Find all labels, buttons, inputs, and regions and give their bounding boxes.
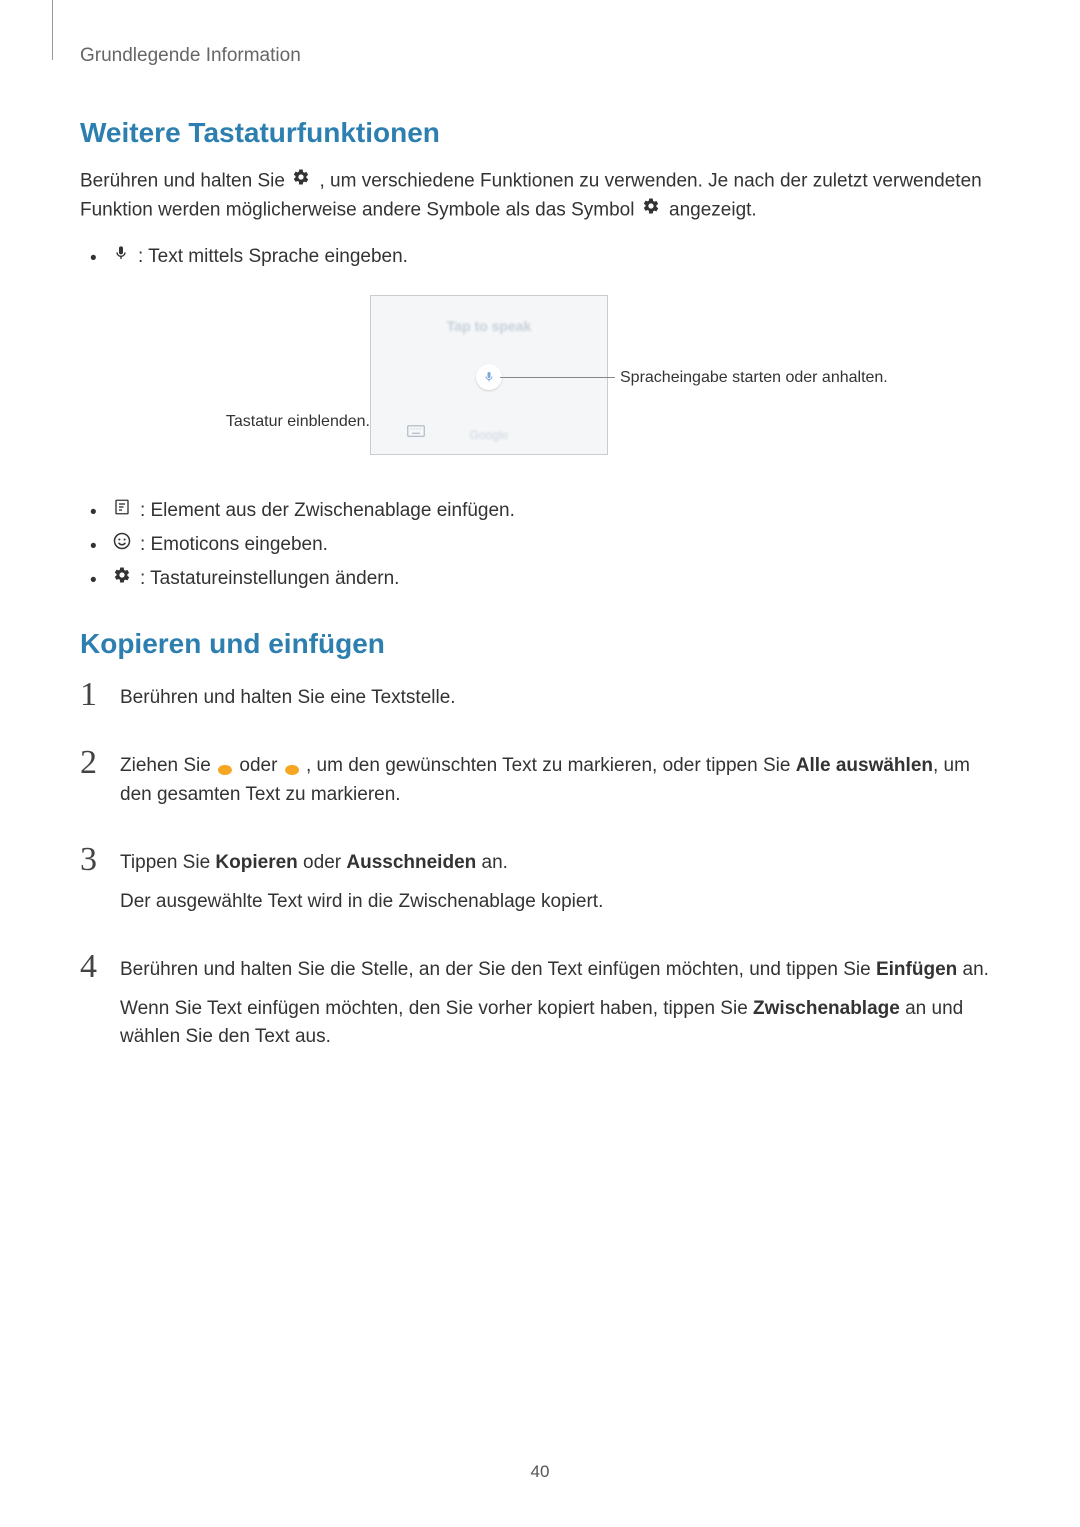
tap-to-speak-label: Tap to speak [447, 318, 532, 334]
google-label: Google [470, 428, 509, 442]
keyboard-icon [407, 424, 425, 442]
bullet-text-mic: : Text mittels Sprache eingeben. [138, 246, 408, 267]
callout-line [500, 377, 615, 378]
text-fragment: Wenn Sie Text einfügen möchten, den Sie … [120, 998, 753, 1019]
text-handle-left-icon [218, 757, 232, 775]
bold-label-select-all: Alle auswählen [796, 755, 933, 776]
bold-label-paste: Einfügen [876, 959, 957, 980]
bullet-icon: • [90, 565, 97, 597]
section-heading-keyboard: Weitere Tastaturfunktionen [80, 117, 1000, 149]
bold-label-clipboard: Zwischenablage [753, 998, 900, 1019]
step-text: Ziehen Sie oder , um den gewünschten Tex… [120, 752, 1000, 809]
text-handle-right-icon [285, 757, 299, 775]
step-number: 2 [80, 746, 120, 780]
breadcrumb: Grundlegende Information [80, 45, 1000, 67]
bullet-icon: • [90, 531, 97, 563]
gear-icon [113, 563, 131, 595]
intro-paragraph: Berühren und halten Sie , um verschieden… [80, 167, 1000, 225]
text-fragment: oder [239, 755, 282, 776]
step-number: 1 [80, 678, 120, 712]
bold-label-cut: Ausschneiden [346, 852, 476, 873]
page-number: 40 [531, 1462, 550, 1482]
step-text: Tippen Sie Kopieren oder Ausschneiden an… [120, 849, 1000, 878]
text-fragment: oder [298, 852, 347, 873]
step-subtext: Wenn Sie Text einfügen möchten, den Sie … [120, 995, 1000, 1052]
text-fragment: , um den gewünschten Text zu markieren, … [306, 755, 796, 776]
bullet-icon: • [90, 243, 97, 275]
bullet-text-settings: : Tastatureinstellungen ändern. [140, 569, 400, 590]
gear-icon [642, 196, 660, 225]
step-number: 3 [80, 843, 120, 877]
step-number: 4 [80, 950, 120, 984]
callout-voice-start-stop: Spracheingabe starten oder anhalten. [620, 369, 920, 387]
intro-text-c: angezeigt. [669, 199, 757, 220]
voice-panel: Tap to speak Google [370, 295, 608, 455]
list-item: • : Element aus der Zwischenablage einfü… [90, 495, 1000, 529]
step-item: 1 Berühren und halten Sie eine Textstell… [80, 678, 1000, 723]
step-text: Berühren und halten Sie die Stelle, an d… [120, 956, 1000, 985]
bold-label-copy: Kopieren [215, 852, 297, 873]
text-fragment: Berühren und halten Sie die Stelle, an d… [120, 959, 876, 980]
step-item: 4 Berühren und halten Sie die Stelle, an… [80, 950, 1000, 1062]
text-fragment: Tippen Sie [120, 852, 215, 873]
list-item: • : Text mittels Sprache eingeben. [90, 241, 1000, 275]
step-item: 2 Ziehen Sie oder , um den gewünschten T… [80, 746, 1000, 819]
emoticon-icon [113, 529, 131, 561]
bullet-text-clipboard: : Element aus der Zwischenablage einfüge… [140, 500, 515, 521]
voice-input-diagram: Tastatur einblenden. Tap to speak Google… [80, 295, 1000, 465]
bullet-icon: • [90, 497, 97, 529]
bullet-text-emoji: : Emoticons eingeben. [140, 534, 328, 555]
list-item: • : Emoticons eingeben. [90, 529, 1000, 563]
text-fragment: an. [957, 959, 989, 980]
clipboard-icon [113, 495, 131, 527]
text-fragment: Ziehen Sie [120, 755, 216, 776]
section-heading-copy-paste: Kopieren und einfügen [80, 628, 1000, 660]
step-subtext: Der ausgewählte Text wird in die Zwische… [120, 888, 1000, 917]
step-text: Berühren und halten Sie eine Textstelle. [120, 684, 1000, 713]
text-fragment: an. [476, 852, 508, 873]
intro-text-a: Berühren und halten Sie [80, 170, 290, 191]
microphone-icon [113, 241, 129, 273]
list-item: • : Tastatureinstellungen ändern. [90, 563, 1000, 597]
step-item: 3 Tippen Sie Kopieren oder Ausschneiden … [80, 843, 1000, 926]
microphone-button [476, 364, 502, 390]
gear-icon [292, 167, 310, 196]
callout-keyboard-show: Tastatur einblenden. [200, 413, 370, 431]
